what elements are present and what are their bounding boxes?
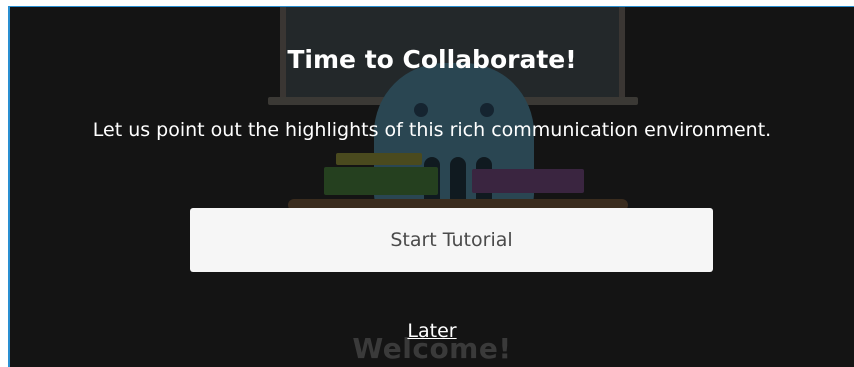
start-tutorial-button[interactable]: Start Tutorial [190, 208, 713, 272]
modal-subtitle: Let us point out the highlights of this … [92, 119, 772, 141]
book-graphic [472, 169, 584, 193]
mascot-eye-graphic [480, 103, 494, 117]
tutorial-overlay: Welcome! Time to Collaborate! Let us poi… [8, 6, 854, 367]
modal-title: Time to Collaborate! [287, 45, 577, 74]
later-link[interactable]: Later [10, 320, 854, 342]
book-graphic [324, 167, 438, 195]
mascot-eye-graphic [414, 103, 428, 117]
book-graphic [336, 153, 422, 165]
mascot-leg-graphic [450, 157, 466, 205]
